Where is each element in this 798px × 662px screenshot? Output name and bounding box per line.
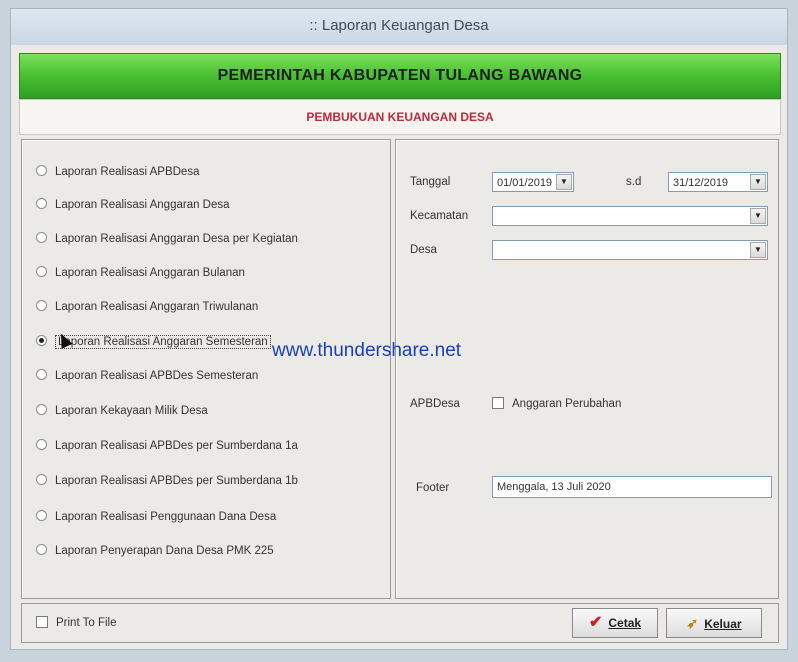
report-window: :: Laporan Keuangan Desa PEMERINTAH KABU… — [10, 8, 788, 650]
bottom-bar: Print To File ✔ Cetak ➶ Keluar — [21, 603, 779, 643]
filter-panel: Tanggal 01/01/2019 ▼ s.d 31/12/2019 ▼ Ke… — [395, 139, 779, 599]
desa-select[interactable]: ▼ — [492, 240, 768, 260]
radio-button[interactable] — [36, 335, 47, 347]
report-option[interactable]: Laporan Kekayaan Milik Desa — [36, 401, 208, 421]
report-option[interactable]: Laporan Realisasi Penggunaan Dana Desa — [36, 507, 276, 527]
radio-button[interactable] — [36, 369, 47, 381]
report-option-label: Laporan Realisasi Anggaran Bulanan — [55, 267, 245, 279]
keluar-label: Keluar — [704, 617, 742, 631]
header-title: PEMERINTAH KABUPATEN TULANG BAWANG — [19, 53, 781, 99]
kecamatan-label: Kecamatan — [410, 210, 469, 222]
report-option-label: Laporan Realisasi Penggunaan Dana Desa — [55, 511, 277, 523]
anggaran-perubahan-label: Anggaran Perubahan — [512, 398, 622, 410]
cetak-button[interactable]: ✔ Cetak — [572, 608, 658, 638]
cetak-label: Cetak — [608, 616, 642, 630]
report-option-label: Laporan Penyerapan Dana Desa PMK 225 — [55, 545, 274, 557]
report-option-label: Laporan Realisasi APBDes Semesteran — [55, 370, 259, 382]
report-option-label: Laporan Realisasi APBDesa — [55, 166, 200, 178]
sd-label: s.d — [626, 176, 642, 188]
report-option[interactable]: Laporan Realisasi APBDes per Sumberdana … — [36, 471, 298, 491]
radio-button[interactable] — [36, 232, 47, 244]
date-from-picker[interactable]: 01/01/2019 ▼ — [492, 172, 574, 192]
keluar-button[interactable]: ➶ Keluar — [666, 608, 762, 638]
radio-button[interactable] — [36, 474, 47, 486]
report-option-label: Laporan Kekayaan Milik Desa — [55, 405, 208, 417]
desa-label: Desa — [410, 244, 437, 256]
report-option[interactable]: Laporan Realisasi Anggaran Desa — [36, 195, 230, 215]
kecamatan-select[interactable]: ▼ — [492, 206, 768, 226]
window-title: :: Laporan Keuangan Desa — [11, 9, 787, 45]
report-option-label: Laporan Realisasi Anggaran Desa per Kegi… — [55, 233, 298, 245]
radio-button[interactable] — [36, 510, 47, 522]
radio-button[interactable] — [36, 165, 47, 177]
report-option[interactable]: Laporan Realisasi Anggaran Triwulanan — [36, 297, 258, 317]
report-option[interactable]: Laporan Realisasi Anggaran Bulanan — [36, 263, 245, 283]
chevron-down-icon[interactable]: ▼ — [750, 242, 766, 258]
report-option[interactable]: Laporan Realisasi Anggaran Desa per Kegi… — [36, 229, 298, 249]
report-option-label: Laporan Realisasi APBDes per Sumberdana … — [55, 440, 298, 452]
print-to-file-checkbox[interactable]: Print To File — [36, 613, 117, 633]
radio-button[interactable] — [36, 404, 47, 416]
report-option-label: Laporan Realisasi Anggaran Desa — [55, 199, 230, 211]
radio-button[interactable] — [36, 266, 47, 278]
footer-label: Footer — [416, 482, 450, 494]
anggaran-perubahan-checkbox[interactable]: Anggaran Perubahan — [492, 394, 621, 414]
date-to-value: 31/12/2019 — [673, 177, 729, 189]
header-subtitle: PEMBUKUAN KEUANGAN DESA — [19, 99, 781, 135]
chevron-down-icon[interactable]: ▼ — [750, 174, 766, 190]
date-from-value: 01/01/2019 — [497, 177, 553, 189]
report-option[interactable]: Laporan Realisasi APBDesa — [36, 162, 199, 182]
report-option-label: Laporan Realisasi Anggaran Semesteran — [55, 335, 271, 349]
radio-button[interactable] — [36, 300, 47, 312]
checkbox-box[interactable] — [36, 615, 48, 628]
report-option[interactable]: Laporan Realisasi APBDes per Sumberdana … — [36, 436, 298, 456]
report-option-label: Laporan Realisasi Anggaran Triwulanan — [55, 301, 259, 313]
date-to-picker[interactable]: 31/12/2019 ▼ — [668, 172, 768, 192]
radio-button[interactable] — [36, 544, 47, 556]
radio-button[interactable] — [36, 198, 47, 210]
report-list-panel: Laporan Realisasi APBDesa Laporan Realisa… — [21, 139, 391, 599]
radio-button[interactable] — [36, 439, 47, 451]
report-option[interactable]: Laporan Realisasi APBDes Semesteran — [36, 366, 258, 386]
watermark: www.thundershare.net — [272, 340, 462, 361]
report-option-label: Laporan Realisasi APBDes per Sumberdana … — [55, 475, 298, 487]
footer-input[interactable]: Menggala, 13 Juli 2020 — [492, 476, 772, 498]
tanggal-label: Tanggal — [410, 176, 451, 188]
checkmark-icon: ✔ — [588, 614, 603, 631]
print-to-file-label: Print To File — [56, 617, 117, 629]
report-option[interactable]: Laporan Penyerapan Dana Desa PMK 225 — [36, 541, 274, 561]
exit-icon: ➶ — [686, 615, 699, 631]
checkbox-box[interactable] — [492, 396, 504, 409]
apbdesa-label: APBDesa — [410, 398, 460, 410]
chevron-down-icon[interactable]: ▼ — [556, 174, 572, 190]
chevron-down-icon[interactable]: ▼ — [750, 208, 766, 224]
